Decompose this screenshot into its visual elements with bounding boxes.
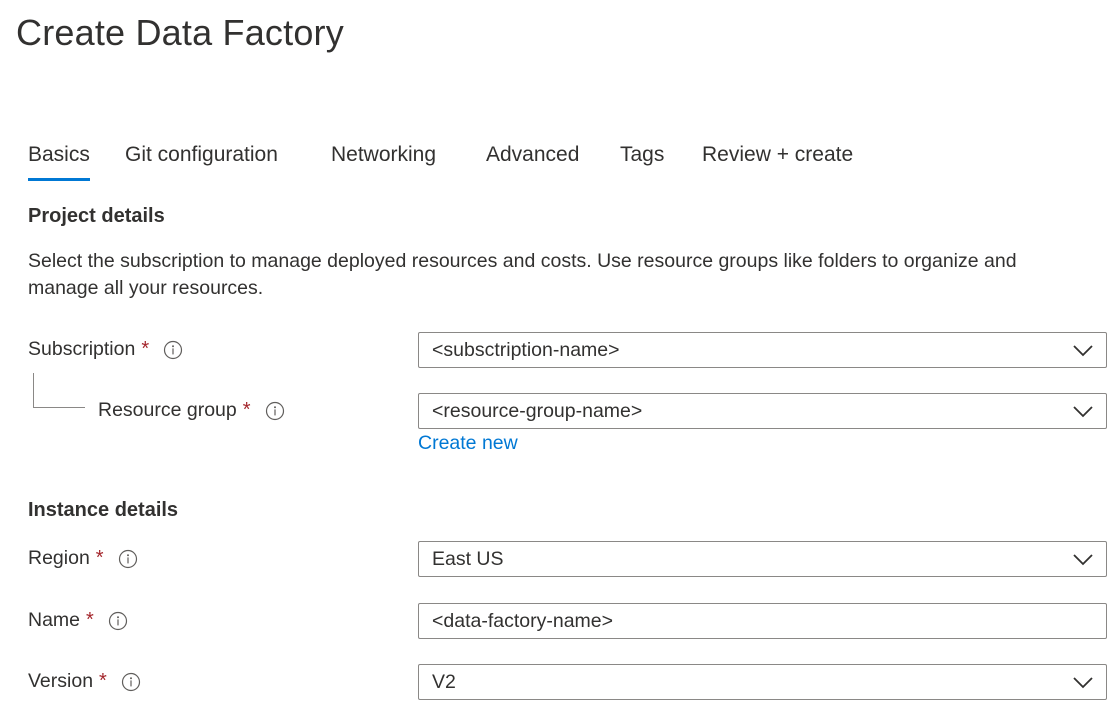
required-asterisk: * xyxy=(141,338,150,360)
version-label-text: Version xyxy=(28,670,94,692)
name-input[interactable] xyxy=(432,609,1106,633)
chevron-down-icon xyxy=(1073,406,1093,418)
instance-details-heading: Instance details xyxy=(28,499,179,521)
page-title: Create Data Factory xyxy=(16,12,344,53)
project-details-heading: Project details xyxy=(28,205,165,227)
chevron-down-icon xyxy=(1073,345,1093,357)
subscription-value: <subsctription-name> xyxy=(432,338,620,361)
project-details-description: Select the subscription to manage deploy… xyxy=(28,250,1017,299)
version-label: Version * xyxy=(28,670,141,693)
tab-networking[interactable]: Networking xyxy=(331,143,436,167)
resource-group-label-text: Resource group xyxy=(98,399,237,421)
info-icon[interactable] xyxy=(121,672,141,692)
version-dropdown[interactable]: V2 xyxy=(418,664,1107,700)
create-new-link[interactable]: Create new xyxy=(418,432,518,455)
required-asterisk: * xyxy=(95,547,104,569)
resource-group-dropdown[interactable]: <resource-group-name> xyxy=(418,393,1107,429)
region-dropdown[interactable]: East US xyxy=(418,541,1107,577)
region-label-text: Region xyxy=(28,547,90,569)
resource-group-label: Resource group * xyxy=(98,399,285,422)
subscription-label-text: Subscription xyxy=(28,338,136,360)
tab-advanced[interactable]: Advanced xyxy=(486,143,579,167)
info-icon[interactable] xyxy=(108,611,128,631)
required-asterisk: * xyxy=(99,670,107,692)
name-label-text: Name xyxy=(28,609,81,631)
name-label: Name * xyxy=(28,609,128,632)
required-asterisk: * xyxy=(86,609,94,631)
info-icon[interactable] xyxy=(265,401,285,421)
tab-basics[interactable]: Basics xyxy=(28,143,90,181)
resource-group-value: <resource-group-name> xyxy=(432,399,643,422)
subscription-label: Subscription * xyxy=(28,338,183,361)
subscription-dropdown[interactable]: <subsctription-name> xyxy=(418,332,1107,368)
region-value: East US xyxy=(432,547,504,570)
chevron-down-icon xyxy=(1073,677,1093,689)
tree-connector xyxy=(33,407,85,408)
tab-git-configuration[interactable]: Git configuration xyxy=(125,143,278,167)
name-field[interactable] xyxy=(418,603,1107,639)
chevron-down-icon xyxy=(1073,554,1093,566)
tab-tags[interactable]: Tags xyxy=(620,143,664,167)
region-label: Region * xyxy=(28,547,138,570)
tab-review-create[interactable]: Review + create xyxy=(702,143,853,167)
version-value: V2 xyxy=(432,670,456,693)
info-icon[interactable] xyxy=(163,340,183,360)
info-icon[interactable] xyxy=(118,549,138,569)
tree-connector xyxy=(33,373,34,407)
required-asterisk: * xyxy=(242,399,251,421)
